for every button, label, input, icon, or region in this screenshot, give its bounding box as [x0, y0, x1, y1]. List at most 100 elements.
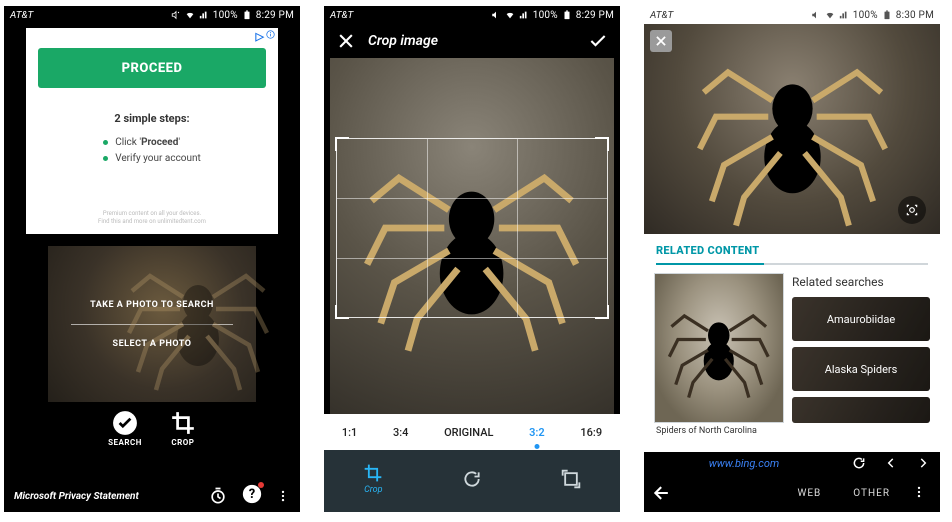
crop-title: Crop image [360, 33, 588, 49]
crop-icon [170, 410, 196, 436]
select-photo-button[interactable]: SELECT A PHOTO [113, 339, 192, 349]
carrier-label: AT&T [330, 10, 353, 21]
ratio-1-1[interactable]: 1:1 [340, 422, 359, 443]
battery-pct: 100% [533, 10, 558, 21]
help-icon: ? [242, 484, 262, 504]
more-icon[interactable] [912, 485, 926, 499]
clock-label: 8:29 PM [576, 10, 614, 21]
crop-tool-button[interactable]: CROP [170, 410, 196, 447]
crop-handle-br[interactable] [595, 305, 609, 319]
proceed-button[interactable]: PROCEED [38, 48, 266, 88]
step-1: Click 'Proceed' [103, 135, 201, 151]
crop-handle-tl[interactable] [335, 137, 349, 151]
reload-icon[interactable] [852, 456, 866, 470]
mute-icon [811, 10, 821, 20]
url-bar: www.bing.com [644, 452, 940, 474]
related-chip-3[interactable] [792, 397, 930, 423]
wifi-icon [185, 10, 195, 20]
search-tool-button[interactable]: SEARCH [108, 410, 142, 447]
crop-frame[interactable] [336, 138, 608, 318]
timer-camera-icon[interactable] [208, 486, 228, 506]
more-icon[interactable] [276, 489, 290, 503]
status-bar: AT&T 100% 8:29 PM [324, 6, 620, 24]
status-bar: AT&T 100% 8:30 PM [644, 6, 940, 24]
back-arrow-icon[interactable] [652, 483, 672, 503]
rotate-icon[interactable] [462, 469, 482, 489]
crop-mode-label: Crop [364, 485, 382, 495]
search-tool-label: SEARCH [108, 438, 142, 447]
help-button[interactable]: ? [242, 484, 262, 508]
ad-info-icon[interactable] [266, 30, 275, 39]
crop-icon [363, 463, 383, 483]
bottom-bar: Microsoft Privacy Statement ? [4, 484, 300, 508]
battery-icon [242, 10, 252, 20]
confirm-icon[interactable] [588, 31, 608, 51]
crop-canvas[interactable] [330, 58, 614, 414]
related-chip-2[interactable]: Alaska Spiders [792, 347, 930, 391]
battery-pct: 100% [853, 10, 878, 21]
take-photo-button[interactable]: TAKE A PHOTO TO SEARCH [90, 300, 214, 310]
close-button[interactable] [650, 30, 672, 52]
ad-close-icon[interactable]: ▷ [256, 30, 264, 43]
photo-panel: TAKE A PHOTO TO SEARCH SELECT A PHOTO [48, 246, 256, 402]
related-chip-1[interactable]: Amaurobiidae [792, 297, 930, 341]
signal-icon [519, 10, 529, 20]
ratio-16-9[interactable]: 16:9 [578, 422, 604, 443]
crop-handle-bl[interactable] [335, 305, 349, 319]
ratio-original[interactable]: ORIGINAL [442, 422, 495, 443]
tab-other[interactable]: OTHER [837, 488, 906, 499]
clock-label: 8:30 PM [896, 10, 934, 21]
crop-tool-label: CROP [171, 438, 194, 447]
crop-header: Crop image [324, 24, 620, 58]
crop-handle-tr[interactable] [595, 137, 609, 151]
battery-icon [882, 10, 892, 20]
spider-preview-icon [48, 246, 300, 396]
battery-pct: 100% [213, 10, 238, 21]
related-searches: Related searches Amaurobiidae Alaska Spi… [792, 273, 930, 452]
svg-text:?: ? [249, 487, 255, 502]
results-row: Spiders of North Carolina Related search… [644, 265, 940, 452]
status-bar: AT&T 100% 8:29 PM [4, 6, 300, 24]
crop-toolbar: Crop [324, 450, 620, 512]
close-icon[interactable] [336, 31, 356, 51]
screen-3: AT&T 100% 8:30 PM RELATED CONTENT [644, 6, 940, 512]
steps-list: Click 'Proceed' Verify your account [103, 135, 201, 167]
lens-button[interactable] [898, 196, 926, 224]
result-caption: Spiders of North Carolina [654, 423, 784, 436]
signal-icon [199, 10, 209, 20]
related-searches-title: Related searches [792, 273, 930, 291]
screen-2: AT&T 100% 8:29 PM Crop image [324, 6, 620, 512]
spider-thumb-icon [665, 283, 773, 413]
ratio-3-2[interactable]: 3:2 [527, 422, 547, 443]
ad-fineprint: Premium content on all your devices. Fin… [34, 210, 270, 226]
mute-icon [171, 10, 181, 20]
related-content-tab[interactable]: RELATED CONTENT [644, 234, 940, 257]
signal-icon [839, 10, 849, 20]
result-card[interactable]: Spiders of North Carolina [654, 273, 784, 452]
crop-mode-button[interactable]: Crop [363, 463, 383, 495]
clock-label: 8:29 PM [256, 10, 294, 21]
nav-forward-icon[interactable] [916, 456, 930, 470]
wifi-icon [825, 10, 835, 20]
ad-card: ▷ PROCEED 2 simple steps: Click 'Proceed… [26, 28, 278, 234]
hero-image [644, 24, 940, 234]
screen-1: AT&T 100% 8:29 PM ▷ PROCEED 2 simple ste… [4, 6, 300, 512]
tool-row: SEARCH CROP [4, 410, 300, 447]
result-thumb [654, 273, 784, 423]
nav-back-icon[interactable] [884, 456, 898, 470]
bottom-nav: WEB OTHER [644, 474, 940, 512]
wifi-icon [505, 10, 515, 20]
aspect-ratio-row: 1:1 3:4 ORIGINAL 3:2 16:9 [324, 414, 620, 450]
url-text[interactable]: www.bing.com [654, 457, 834, 470]
search-check-icon [112, 410, 138, 436]
tab-web[interactable]: WEB [782, 488, 838, 499]
expand-icon[interactable] [561, 469, 581, 489]
tab-underline [656, 263, 928, 265]
ratio-3-4[interactable]: 3:4 [391, 422, 410, 443]
privacy-link[interactable]: Microsoft Privacy Statement [14, 491, 139, 502]
step-2: Verify your account [103, 151, 201, 167]
battery-icon [562, 10, 572, 20]
carrier-label: AT&T [650, 10, 673, 21]
spider-hero-image [680, 32, 905, 234]
carrier-label: AT&T [10, 10, 33, 21]
